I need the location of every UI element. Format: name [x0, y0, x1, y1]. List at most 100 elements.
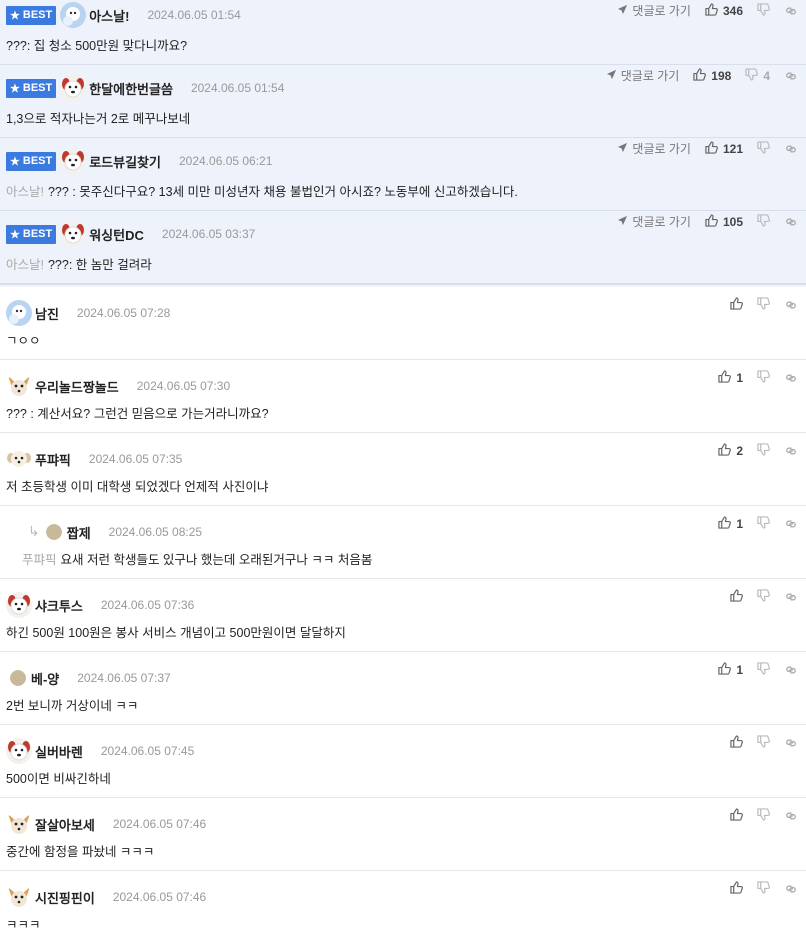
dog-avatar[interactable] — [60, 221, 87, 247]
link-icon[interactable] — [784, 590, 798, 604]
dislike-button[interactable] — [757, 140, 770, 157]
go-to-comment-label: 댓글로 가기 — [632, 142, 691, 156]
reply-comment: ↳ 짭제 2024.06.05 08:25 푸퍄픽 요새 저런 학생들도 있구나 했는데… — [0, 506, 806, 579]
like-button[interactable]: 121 — [705, 140, 743, 157]
thumbs-down-icon — [757, 662, 770, 678]
dislike-button[interactable] — [757, 808, 770, 824]
link-icon[interactable] — [784, 882, 798, 896]
nickname[interactable]: 시진핑핀이 — [35, 888, 95, 907]
comment-header: ★ BEST 아스날! 2024.06.05 01:54 — [6, 2, 241, 28]
comment-header: 샤크투스 2024.06.05 07:36 — [6, 592, 194, 618]
dislike-button[interactable] — [757, 443, 770, 459]
like-button[interactable] — [730, 589, 743, 605]
comment-header: ★ BEST 워싱턴DC 2024.06.05 03:37 — [6, 221, 255, 247]
nickname[interactable]: 남진 — [35, 304, 59, 323]
comment-body: 2번 보니까 거상이네 ㅋㅋ — [6, 695, 138, 714]
link-icon[interactable] — [784, 69, 798, 83]
like-button[interactable]: 1 — [718, 662, 743, 678]
chihuahua-avatar[interactable] — [6, 884, 32, 910]
link-icon[interactable] — [784, 736, 798, 750]
like-button[interactable]: 2 — [718, 443, 743, 459]
dog-avatar[interactable] — [60, 75, 87, 101]
nickname[interactable]: 잘살아보세 — [35, 815, 95, 834]
like-count: 121 — [722, 141, 743, 156]
go-to-comment-button[interactable]: 댓글로 가기 — [617, 213, 691, 230]
like-button[interactable] — [730, 881, 743, 897]
like-button[interactable]: 198 — [693, 67, 731, 84]
mention[interactable]: 아스날! — [6, 258, 44, 272]
go-to-comment-button[interactable]: 댓글로 가기 — [606, 67, 679, 84]
nickname[interactable]: 워싱턴DC — [89, 225, 144, 244]
nickname[interactable]: 아스날! — [89, 6, 129, 25]
link-icon[interactable] — [784, 142, 798, 156]
dislike-button[interactable] — [757, 297, 770, 313]
like-button[interactable] — [730, 735, 743, 751]
best-badge: ★ BEST — [6, 151, 57, 171]
thumbs-down-icon — [757, 213, 770, 230]
link-icon[interactable] — [784, 517, 798, 531]
nickname[interactable]: 푸퍄픽 — [35, 450, 71, 469]
best-badge-label: BEST — [22, 228, 53, 240]
thumbs-down-icon — [757, 297, 770, 313]
nickname[interactable]: 샤크투스 — [35, 596, 83, 615]
nickname[interactable]: 로드뷰길찾기 — [89, 152, 161, 171]
nickname[interactable]: 짭제 — [67, 523, 91, 542]
like-button[interactable]: 105 — [705, 213, 743, 230]
dog-avatar[interactable] — [6, 738, 32, 764]
link-icon[interactable] — [784, 809, 798, 823]
comment-actions: 댓글로 가기 121 — [617, 140, 798, 157]
like-button[interactable]: 1 — [718, 516, 743, 532]
link-icon[interactable] — [784, 298, 798, 312]
dislike-button[interactable]: 4 — [745, 67, 770, 84]
mention[interactable]: 푸퍄픽 — [22, 553, 57, 567]
dog-avatar[interactable] — [60, 148, 87, 174]
comment-actions — [730, 881, 798, 897]
link-icon[interactable] — [784, 4, 798, 18]
thumbs-down-icon — [757, 140, 770, 157]
dislike-button[interactable] — [757, 370, 770, 386]
like-button[interactable] — [730, 297, 743, 313]
dislike-button[interactable] — [757, 516, 770, 532]
nickname[interactable]: 실버바렌 — [35, 742, 83, 761]
puppy-avatar[interactable] — [6, 446, 32, 472]
comment-header: 시진핑핀이 2024.06.05 07:46 — [6, 884, 206, 910]
dislike-button[interactable] — [757, 589, 770, 605]
nickname[interactable]: 한달에한번글씀 — [89, 79, 173, 98]
send-icon — [606, 69, 621, 83]
dot-avatar[interactable] — [10, 670, 26, 686]
link-icon[interactable] — [784, 663, 798, 677]
go-to-comment-button[interactable]: 댓글로 가기 — [617, 2, 691, 19]
like-button[interactable]: 346 — [705, 2, 743, 19]
like-count: 1 — [736, 517, 743, 531]
comment-date: 2024.06.05 07:30 — [136, 379, 231, 393]
dot-avatar[interactable] — [45, 524, 62, 540]
like-button[interactable]: 1 — [718, 370, 743, 386]
link-icon[interactable] — [784, 215, 798, 229]
dog-avatar[interactable] — [6, 592, 32, 618]
comment: 잘살아보세 2024.06.05 07:46 중간에 함정을 파놨네 ㅋㅋㅋ — [0, 798, 806, 871]
snow-avatar[interactable] — [60, 2, 87, 28]
comment-actions: 1 — [718, 370, 798, 386]
nickname[interactable]: 베-양 — [31, 669, 59, 688]
link-icon[interactable] — [784, 444, 798, 458]
dislike-button[interactable] — [757, 662, 770, 678]
comment-actions: 1 — [718, 662, 798, 678]
chihuahua-avatar[interactable] — [6, 373, 32, 399]
dislike-button[interactable] — [757, 735, 770, 751]
best-comment: ★ BEST 워싱턴DC 2024.06.05 03:37 아스날!???: 한 놈만 … — [0, 211, 806, 284]
link-icon[interactable] — [784, 371, 798, 385]
go-to-comment-button[interactable]: 댓글로 가기 — [617, 140, 691, 157]
dislike-button[interactable] — [757, 2, 770, 19]
mention[interactable]: 아스날! — [6, 185, 44, 199]
nickname[interactable]: 우리놀드짱놀드 — [35, 377, 119, 396]
dislike-button[interactable] — [757, 213, 770, 230]
comment-date: 2024.06.05 07:46 — [112, 817, 207, 831]
best-comment: ★ BEST 아스날! 2024.06.05 01:54 ???: 집 청소 500만원… — [0, 0, 806, 65]
thumbs-down-icon — [757, 2, 770, 19]
comment-actions — [730, 589, 798, 605]
comment-list: ★ BEST 아스날! 2024.06.05 01:54???: 집 청소 500만원… — [0, 0, 806, 931]
snow-avatar[interactable] — [6, 300, 32, 326]
dislike-button[interactable] — [757, 881, 770, 897]
like-button[interactable] — [730, 808, 743, 824]
chihuahua-avatar[interactable] — [6, 811, 32, 837]
